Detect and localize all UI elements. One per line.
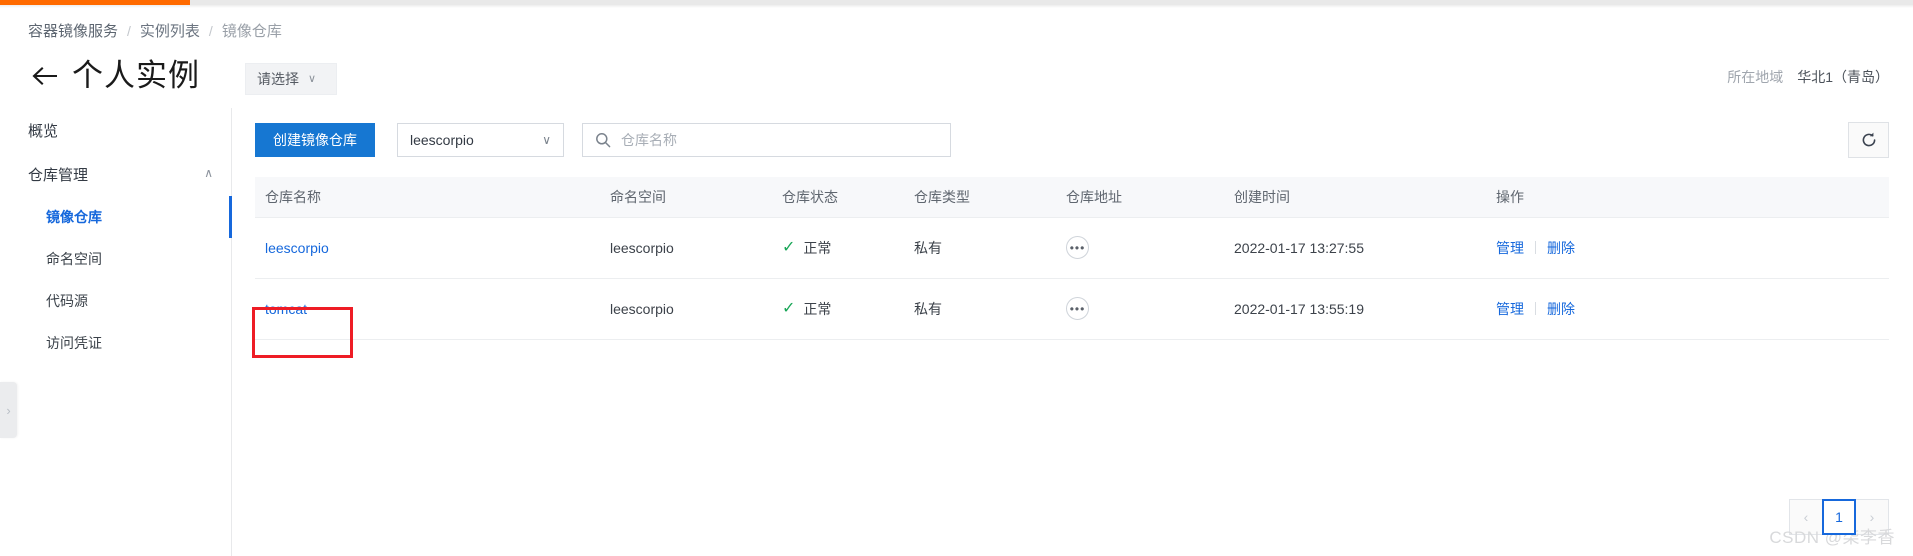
check-icon: ✓: [782, 238, 796, 256]
pagination-page-1[interactable]: 1: [1822, 499, 1856, 535]
table-header-row: 仓库名称 命名空间 仓库状态 仓库类型 仓库地址 创建时间 操作: [255, 177, 1889, 218]
breadcrumb-item-current: 镜像仓库: [221, 23, 282, 40]
chevron-up-icon: ∧: [204, 166, 213, 180]
column-header-operations: 操作: [1486, 177, 1889, 218]
state-label: 正常: [803, 300, 832, 317]
search-box[interactable]: [582, 123, 951, 157]
ellipsis-icon[interactable]: •••: [1066, 236, 1089, 259]
check-icon: ✓: [782, 299, 796, 317]
cell-address: •••: [1056, 278, 1224, 340]
cell-create-time: 2022-01-17 13:27:55: [1224, 217, 1486, 279]
instance-select[interactable]: 请选择 ∨: [245, 63, 337, 95]
main-content: 创建镜像仓库 leescorpio ∨ 仓库名称 仓库名称 命名空间 仓库状态 …: [233, 108, 1913, 556]
cell-repository-name: tomcat: [255, 278, 600, 340]
delete-link[interactable]: 删除: [1547, 238, 1575, 258]
sidebar-item-access-credentials[interactable]: 访问凭证: [0, 322, 231, 364]
page-header: 个人实例 请选择 ∨ 所在地域 华北1（青岛）: [0, 55, 1913, 101]
column-header-name: 仓库名称: [255, 177, 600, 218]
search-input[interactable]: [621, 124, 938, 156]
breadcrumb: 容器镜像服务 / 实例列表 / 镜像仓库: [28, 20, 282, 41]
repository-table: 仓库名称 命名空间 仓库状态 仓库类型 仓库地址 创建时间 操作 leescor…: [255, 177, 1889, 340]
cell-type: 私有: [904, 278, 1056, 340]
breadcrumb-separator: /: [127, 22, 131, 39]
sidebar-item-namespace[interactable]: 命名空间: [0, 238, 231, 280]
sidebar-item-label: 代码源: [46, 293, 88, 309]
sidebar-item-code-source[interactable]: 代码源: [0, 280, 231, 322]
state-label: 正常: [803, 239, 832, 256]
ellipsis-icon[interactable]: •••: [1066, 297, 1089, 320]
cell-namespace: leescorpio: [600, 217, 772, 279]
cell-operations: 管理 删除: [1486, 278, 1889, 340]
sidebar-item-label: 概览: [28, 122, 59, 140]
sidebar-item-repo-management[interactable]: 仓库管理 ∧: [0, 152, 231, 196]
ops-divider: [1535, 302, 1536, 315]
sidebar: 概览 仓库管理 ∧ 镜像仓库 命名空间 代码源 访问凭证: [0, 108, 232, 556]
header-shadow: [0, 5, 1913, 8]
sidebar-item-image-repository[interactable]: 镜像仓库: [0, 196, 232, 238]
manage-link[interactable]: 管理: [1496, 299, 1524, 319]
column-header-namespace: 命名空间: [600, 177, 772, 218]
refresh-button[interactable]: [1848, 122, 1889, 158]
sidebar-item-label: 镜像仓库: [46, 209, 102, 225]
cell-type: 私有: [904, 217, 1056, 279]
manage-link[interactable]: 管理: [1496, 238, 1524, 258]
delete-link[interactable]: 删除: [1547, 299, 1575, 319]
sidebar-item-label: 访问凭证: [46, 335, 102, 351]
namespace-select[interactable]: leescorpio ∨: [397, 123, 564, 157]
region-value: 华北1（青岛）: [1797, 69, 1889, 85]
cell-namespace: leescorpio: [600, 278, 772, 340]
app-page: 容器镜像服务 / 实例列表 / 镜像仓库 个人实例 请选择 ∨ 所在地域 华北1…: [0, 0, 1913, 556]
cell-address: •••: [1056, 217, 1224, 279]
breadcrumb-separator: /: [208, 22, 213, 39]
region-selector[interactable]: 所在地域 华北1（青岛）: [1727, 67, 1889, 87]
region-label: 所在地域: [1727, 69, 1784, 85]
repository-name-link[interactable]: tomcat: [265, 301, 307, 317]
cell-create-time: 2022-01-17 13:55:19: [1224, 278, 1486, 340]
chevron-right-icon: ›: [6, 402, 11, 418]
sidebar-item-label: 仓库管理: [28, 166, 89, 184]
toolbar: 创建镜像仓库 leescorpio ∨: [255, 119, 1889, 165]
column-header-time: 创建时间: [1224, 177, 1486, 218]
sidebar-item-overview[interactable]: 概览: [0, 108, 231, 152]
page-title: 个人实例: [72, 58, 200, 93]
search-icon: [595, 132, 611, 148]
instance-select-label: 请选择: [257, 71, 299, 87]
column-header-address: 仓库地址: [1056, 177, 1224, 218]
namespace-select-value: leescorpio: [410, 132, 474, 148]
create-repository-button[interactable]: 创建镜像仓库: [255, 123, 375, 157]
column-header-state: 仓库状态: [772, 177, 904, 218]
back-arrow-icon[interactable]: [30, 61, 60, 91]
cell-state: ✓ 正常: [772, 278, 904, 340]
chevron-down-icon: ∨: [308, 72, 317, 85]
table-row: leescorpio leescorpio ✓ 正常 私有 ••• 2022-0…: [255, 217, 1889, 279]
chevron-down-icon: ∨: [542, 133, 551, 147]
column-header-type: 仓库类型: [904, 177, 1056, 218]
repository-name-link[interactable]: leescorpio: [265, 240, 329, 256]
refresh-icon: [1862, 132, 1875, 147]
cell-operations: 管理 删除: [1486, 217, 1889, 279]
table-row: tomcat leescorpio ✓ 正常 私有 ••• 2022-01-17…: [255, 278, 1889, 340]
sidebar-collapse-handle[interactable]: ›: [0, 382, 17, 438]
ops-divider: [1535, 241, 1536, 254]
sidebar-item-label: 命名空间: [46, 251, 102, 267]
breadcrumb-item-service[interactable]: 容器镜像服务: [28, 20, 118, 41]
breadcrumb-item-instance-list[interactable]: 实例列表: [140, 20, 200, 41]
cell-repository-name: leescorpio: [255, 217, 600, 279]
cell-state: ✓ 正常: [772, 217, 904, 279]
